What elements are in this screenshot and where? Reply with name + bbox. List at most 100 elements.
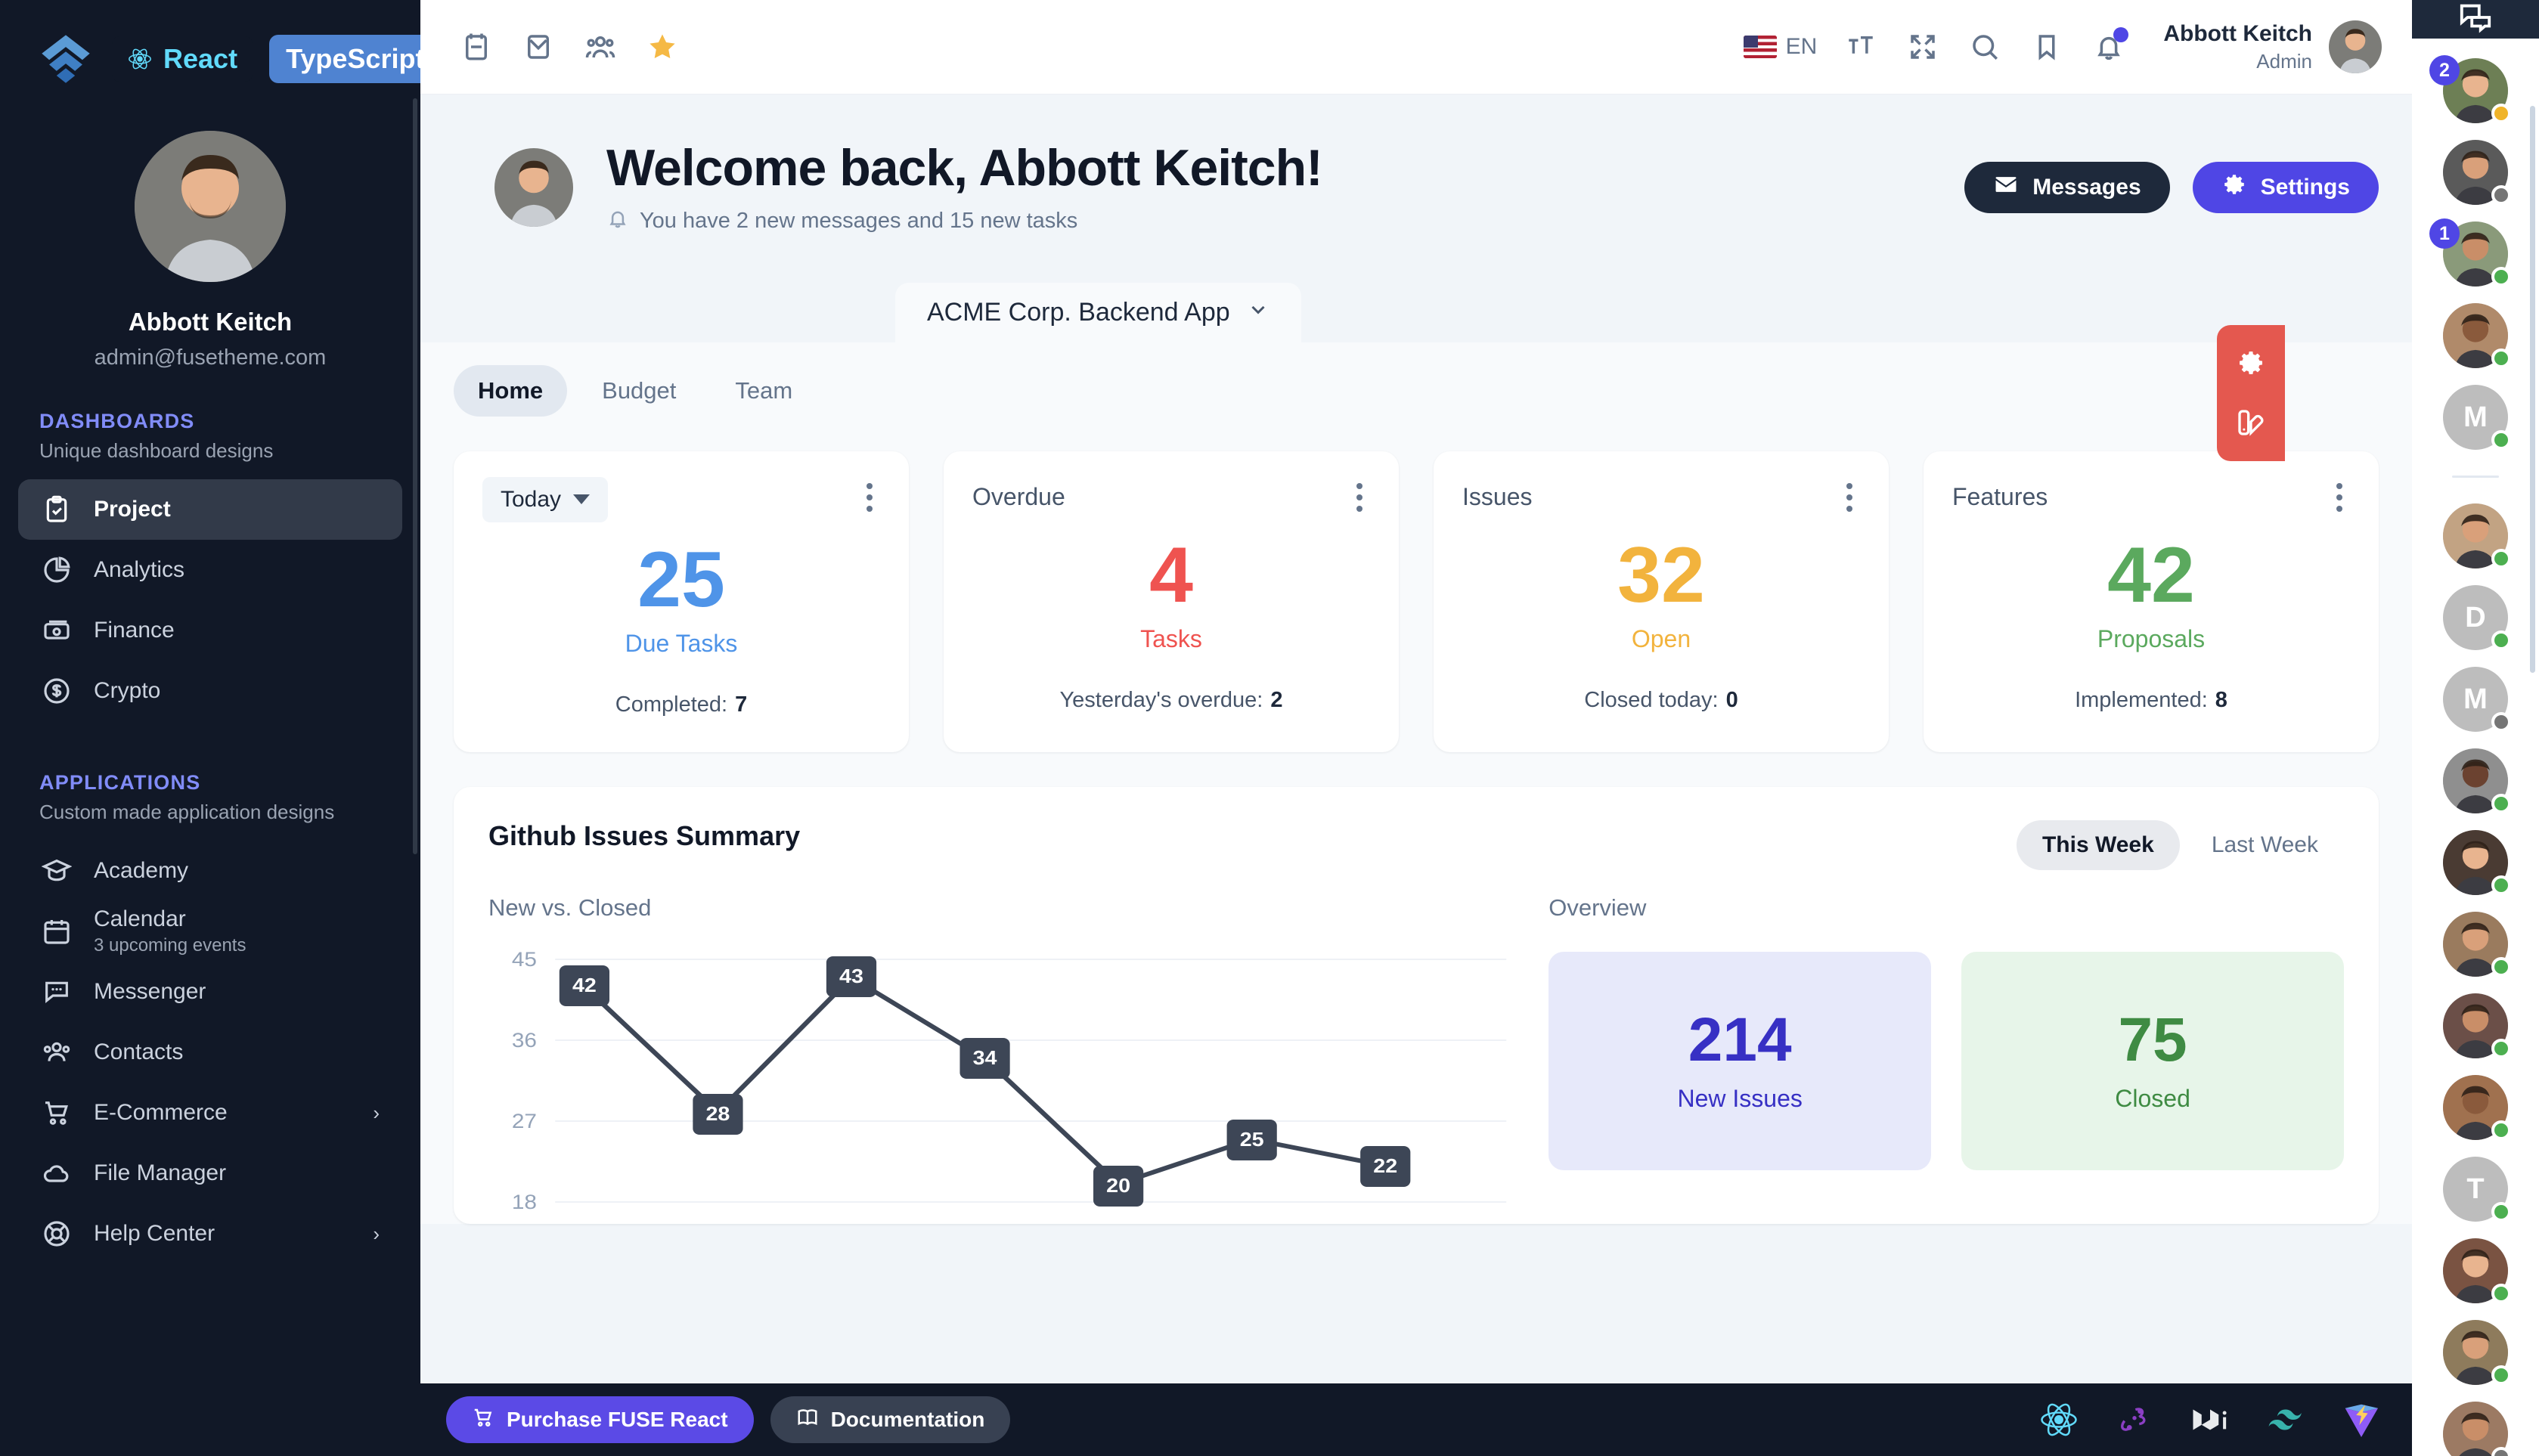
tech-logos: [2038, 1399, 2382, 1440]
documentation-button[interactable]: Documentation: [770, 1396, 1011, 1443]
contact-item[interactable]: [2443, 1320, 2511, 1385]
sidebar-item-help-center[interactable]: Help Center ›: [18, 1204, 402, 1264]
sidebar-user-email: admin@fusetheme.com: [94, 345, 327, 370]
main-column: EN Abbott Keitch Admin Welcome back, Abb…: [420, 0, 2412, 1456]
calendar-icon[interactable]: [458, 29, 494, 65]
react-logo-icon[interactable]: [2038, 1399, 2079, 1440]
stat-value: 4: [1149, 531, 1193, 619]
page-title: Welcome back, Abbott Keitch!: [606, 139, 1323, 197]
language-selector[interactable]: EN: [1743, 34, 1817, 60]
sidebar-item-academy[interactable]: Academy: [18, 841, 402, 901]
welcome-subtitle: You have 2 new messages and 15 new tasks: [606, 207, 1322, 236]
period-select-today[interactable]: Today: [482, 476, 609, 522]
theme-settings-tab[interactable]: [2217, 325, 2285, 461]
overview-label: New Issues: [1677, 1084, 1803, 1112]
mail-icon[interactable]: [520, 29, 556, 65]
chart-data-label: 43: [826, 956, 877, 997]
sidebar-item-project[interactable]: Project: [18, 479, 402, 540]
contact-item[interactable]: [2443, 1402, 2511, 1456]
font-size-icon[interactable]: [1843, 29, 1879, 65]
overview-value: 75: [2118, 1005, 2187, 1074]
contact-item[interactable]: [2443, 748, 2511, 813]
settings-button[interactable]: Settings: [2192, 162, 2379, 214]
users-icon[interactable]: [582, 29, 618, 65]
gear-icon[interactable]: [2236, 348, 2266, 382]
tab-last-week[interactable]: Last Week: [2186, 820, 2344, 870]
y-tick-18: 18: [512, 1191, 537, 1213]
calendar-icon: [41, 915, 73, 947]
book-icon: [796, 1406, 819, 1434]
language-badge[interactable]: TypeScript: [269, 34, 420, 83]
tab-team[interactable]: Team: [711, 365, 817, 417]
contact-status-indicator: [2491, 630, 2511, 650]
contact-item[interactable]: [2443, 912, 2511, 977]
sidebar-item-calendar[interactable]: Calendar 3 upcoming events: [18, 901, 402, 962]
sidebar-item-crypto[interactable]: Crypto: [18, 661, 402, 721]
sidebar-item-file-manager[interactable]: File Manager: [18, 1143, 402, 1204]
sidebar-item-label: Calendar: [94, 906, 186, 931]
star-icon[interactable]: [644, 29, 680, 65]
bookmark-icon[interactable]: [2029, 29, 2065, 65]
purchase-button[interactable]: Purchase FUSE React: [446, 1396, 754, 1443]
stat-card-issues: Issues 32 Open Closed today: 0: [1434, 451, 1889, 752]
sidebar-item-analytics[interactable]: Analytics: [18, 540, 402, 600]
contact-item[interactable]: M: [2443, 667, 2511, 732]
svg-text:34: 34: [973, 1046, 998, 1068]
chat-panel-toggle[interactable]: [2412, 0, 2539, 39]
contact-item[interactable]: 1: [2429, 218, 2511, 287]
contacts-scrollbar[interactable]: [2530, 106, 2535, 673]
chart-heading: New vs. Closed: [488, 894, 652, 921]
contact-item[interactable]: D: [2443, 585, 2511, 650]
tab-home[interactable]: Home: [454, 364, 568, 417]
tab-budget[interactable]: Budget: [578, 365, 700, 417]
contact-item[interactable]: [2443, 140, 2511, 205]
card-menu-button[interactable]: [859, 477, 880, 518]
redux-logo-icon[interactable]: [2114, 1399, 2155, 1440]
contact-status-indicator: [2491, 1039, 2511, 1058]
contact-item[interactable]: [2443, 830, 2511, 895]
overview-heading: Overview: [1549, 894, 1647, 921]
stat-footer-label: Closed today:: [1584, 687, 1719, 712]
contact-item[interactable]: [2443, 1238, 2511, 1303]
vite-logo-icon[interactable]: [2341, 1399, 2382, 1440]
users-icon: [41, 1036, 73, 1068]
tab-this-week[interactable]: This Week: [2016, 819, 2180, 870]
card-menu-button[interactable]: [2329, 477, 2350, 518]
sidebar-scrollbar[interactable]: [413, 98, 417, 854]
contact-item[interactable]: [2443, 503, 2511, 568]
chat-bubbles-icon: [2458, 0, 2493, 39]
fullscreen-icon[interactable]: [1905, 29, 1941, 65]
card-menu-button[interactable]: [1349, 477, 1370, 518]
contact-item[interactable]: [2443, 993, 2511, 1058]
tailwind-logo-icon[interactable]: [2265, 1399, 2306, 1440]
period-select-label: Today: [501, 486, 562, 512]
svg-text:25: 25: [1240, 1128, 1264, 1150]
contact-item[interactable]: T: [2443, 1157, 2511, 1222]
contact-item[interactable]: M: [2443, 385, 2511, 450]
user-menu[interactable]: Abbott Keitch Admin: [2163, 20, 2382, 73]
sidebar-item-finance[interactable]: Finance: [18, 600, 402, 661]
sidebar-header: React TypeScript: [0, 0, 420, 94]
contact-item[interactable]: 2: [2429, 55, 2511, 123]
sidebar-item-contacts[interactable]: Contacts: [18, 1022, 402, 1083]
lifebuoy-icon: [41, 1218, 73, 1250]
project-selector[interactable]: ACME Corp. Backend App: [895, 282, 1301, 342]
stat-footer-value: 0: [1725, 687, 1738, 712]
sidebar-item-messenger[interactable]: Messenger: [18, 962, 402, 1022]
contact-status-indicator: [2491, 104, 2511, 123]
contact-item[interactable]: [2443, 303, 2511, 368]
search-icon[interactable]: [1967, 29, 2003, 65]
messages-button[interactable]: Messages: [1964, 162, 2170, 214]
stat-title: Features: [1952, 482, 2048, 510]
sidebar-item-ecommerce[interactable]: E-Commerce ›: [18, 1083, 402, 1143]
framework-badge[interactable]: React: [112, 36, 253, 82]
material-ui-logo-icon[interactable]: [2190, 1399, 2231, 1440]
notification-bell-icon[interactable]: [2091, 27, 2129, 65]
color-palette-icon[interactable]: [2236, 407, 2266, 441]
new-vs-closed-chart: 45 36 27 18 42 28 43 34 20 25 22: [488, 948, 1507, 1224]
contact-item[interactable]: [2443, 1075, 2511, 1140]
stat-footer-label: Completed:: [615, 692, 728, 717]
card-menu-button[interactable]: [1839, 477, 1860, 518]
contact-status-indicator: [2491, 1202, 2511, 1222]
avatar: [2329, 20, 2382, 73]
